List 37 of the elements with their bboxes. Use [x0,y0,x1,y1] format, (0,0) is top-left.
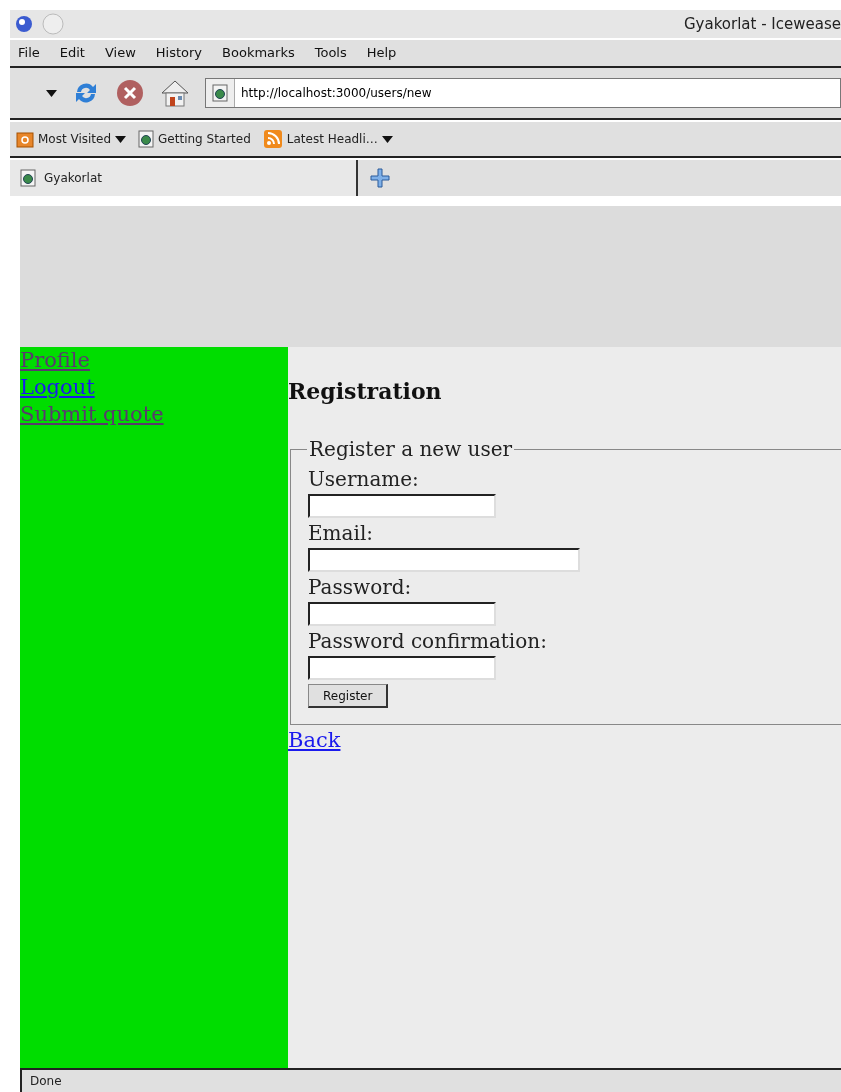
text-field[interactable] [308,548,580,572]
stop-icon[interactable] [115,78,145,108]
menu-item[interactable]: Tools [314,43,347,63]
menu-item[interactable]: History [155,43,203,63]
back-link[interactable]: Back [288,725,341,757]
field-label: Password confirmation: [308,628,547,655]
status-text: Done [30,1073,62,1090]
feed-icon [262,129,283,149]
menu-item[interactable]: File [18,43,40,63]
globe-icon [14,14,34,34]
menu-item[interactable]: View [104,43,136,63]
sidebar-link[interactable]: Profile [20,347,90,374]
text-field[interactable] [308,656,496,680]
browser-tab[interactable]: Gyakorlat [10,160,358,196]
page-icon [20,169,36,187]
field-label: Email: [308,520,374,547]
bookmark-item[interactable]: Latest Headli… [262,129,393,149]
page-icon [212,84,228,102]
text-field[interactable] [308,494,496,518]
menu-item[interactable]: Bookmarks [222,43,295,63]
page-icon [138,130,155,148]
field-label: Password: [308,574,412,601]
sidebar-link[interactable]: Submit quote [20,401,164,428]
plus-icon[interactable] [370,168,390,188]
register-button[interactable]: Register [308,684,389,708]
text-field[interactable] [308,602,496,626]
fieldset-legend: Register a new user [307,434,515,464]
menu-item[interactable]: Edit [59,43,85,63]
page-heading: Registration [288,377,442,406]
window-title: Gyakorlat - Icewease [684,13,841,35]
sidebar-link[interactable]: Logout [20,374,95,401]
bookmark-item[interactable]: Getting Started [138,130,251,148]
menu-item[interactable]: Help [366,43,397,63]
bookmark-item[interactable]: Most Visited [16,130,127,148]
folder-icon [16,130,34,148]
field-label: Username: [308,466,419,493]
caret-icon [46,89,57,97]
